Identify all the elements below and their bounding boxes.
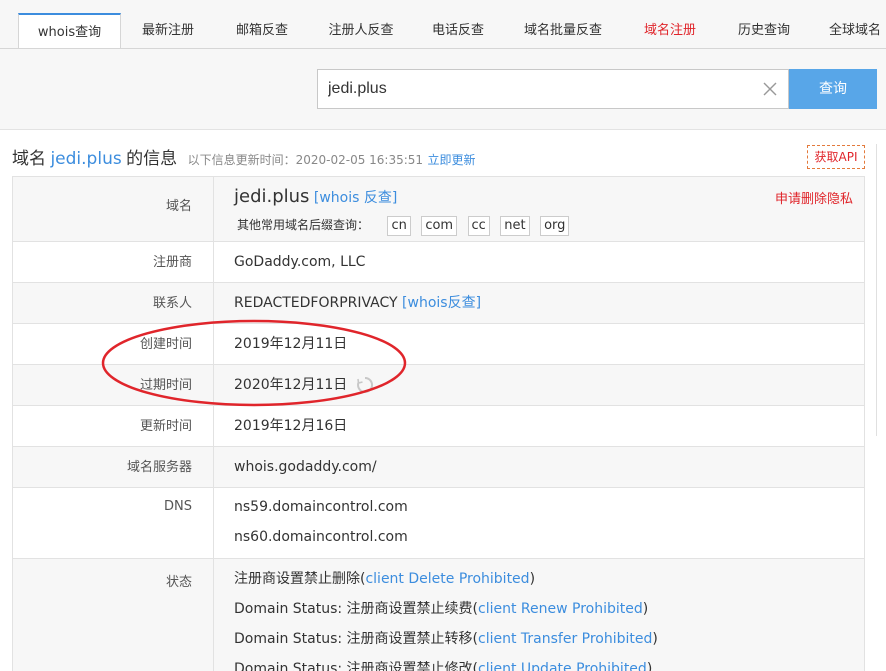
- status-item: 注册商设置禁止删除(client Delete Prohibited): [234, 564, 864, 594]
- update-now-link[interactable]: 立即更新: [428, 153, 476, 167]
- dns-server-1: ns59.domaincontrol.com: [234, 499, 408, 515]
- row-expires: 过期时间 2020年12月11日: [13, 365, 864, 406]
- tab-phone-reverse[interactable]: 电话反查: [413, 13, 503, 49]
- status-item: Domain Status: 注册商设置禁止续费(client Renew Pr…: [234, 594, 864, 624]
- status-item: Domain Status: 注册商设置禁止转移(client Transfer…: [234, 624, 864, 654]
- whois-table: 域名 jedi.plus [whois 反查] 其他常用域名后缀查询： cn c…: [12, 176, 865, 671]
- status-text: Domain Status: 注册商设置禁止修改(: [234, 661, 479, 671]
- row-dns: DNS ns59.domaincontrol.com ns60.domainco…: [13, 488, 864, 559]
- contact-value: REDACTEDFORPRIVACY: [234, 295, 398, 311]
- row-label: 更新时间: [13, 406, 214, 446]
- tab-latest-registered[interactable]: 最新注册: [121, 13, 215, 49]
- row-domain: 域名 jedi.plus [whois 反查] 其他常用域名后缀查询： cn c…: [13, 177, 864, 242]
- row-label: 域名服务器: [13, 447, 214, 487]
- status-text: 注册商设置禁止删除(: [234, 571, 366, 587]
- status-text: Domain Status: 注册商设置禁止续费(: [234, 601, 479, 617]
- status-link[interactable]: client Delete Prohibited: [365, 571, 529, 587]
- row-label: 域名: [13, 177, 214, 241]
- row-label: 状态: [13, 559, 214, 671]
- get-api-button[interactable]: 获取API: [807, 145, 865, 169]
- row-created: 创建时间 2019年12月11日: [13, 324, 864, 365]
- expires-value: 2020年12月11日: [234, 377, 348, 393]
- status-text: ): [529, 571, 536, 587]
- registrar-value: GoDaddy.com, LLC: [234, 254, 366, 270]
- title-domain: jedi.plus: [50, 149, 122, 169]
- update-time: 以下信息更新时间：2020-02-05 16:35:51: [187, 153, 424, 167]
- whois-server-value: whois.godaddy.com/: [234, 459, 377, 475]
- status-link[interactable]: client Transfer Prohibited: [478, 631, 652, 647]
- status-text: Domain Status: 注册商设置禁止转移(: [234, 631, 479, 647]
- tab-registrant-reverse[interactable]: 注册人反查: [309, 13, 413, 49]
- status-text: ): [646, 661, 653, 671]
- search-box: [317, 69, 789, 109]
- right-panel-edge: [876, 144, 886, 436]
- suffix-net-button[interactable]: net: [500, 216, 530, 236]
- row-registrar: 注册商 GoDaddy.com, LLC: [13, 242, 864, 283]
- row-whois-server: 域名服务器 whois.godaddy.com/: [13, 447, 864, 488]
- row-label: 过期时间: [13, 365, 214, 405]
- suffix-query-label: 其他常用域名后缀查询：: [237, 218, 370, 232]
- updated-value: 2019年12月16日: [234, 418, 348, 434]
- tab-email-reverse[interactable]: 邮箱反查: [215, 13, 309, 49]
- info-title: 域名 jedi.plus 的信息 以下信息更新时间：2020-02-05 16:…: [12, 144, 476, 169]
- created-value: 2019年12月11日: [234, 336, 348, 352]
- title-suffix: 的信息: [126, 149, 178, 169]
- row-contact: 联系人 REDACTEDFORPRIVACY [whois反查]: [13, 283, 864, 324]
- remove-privacy-link[interactable]: 申请删除隐私: [775, 188, 853, 207]
- status-item: Domain Status: 注册商设置禁止修改(client Update P…: [234, 654, 864, 671]
- row-updated: 更新时间 2019年12月16日: [13, 406, 864, 447]
- row-value: jedi.plus [whois 反查] 其他常用域名后缀查询： cn com …: [214, 177, 864, 241]
- tab-divider: [0, 48, 886, 49]
- top-bar: whois查询 最新注册 邮箱反查 注册人反查 电话反查 域名批量反查 域名注册…: [0, 0, 886, 130]
- row-label: 注册商: [13, 242, 214, 282]
- search-button[interactable]: 查询: [789, 69, 877, 109]
- suffix-cn-button[interactable]: cn: [387, 216, 411, 236]
- nav-tabs: whois查询 最新注册 邮箱反查 注册人反查 电话反查 域名批量反查 域名注册…: [18, 13, 886, 49]
- whois-reverse-link[interactable]: [whois 反查]: [314, 190, 397, 206]
- tab-history[interactable]: 历史查询: [717, 13, 811, 49]
- row-value: REDACTEDFORPRIVACY [whois反查]: [214, 283, 864, 323]
- row-status: 状态 注册商设置禁止删除(client Delete Prohibited) D…: [13, 559, 864, 671]
- tab-whois[interactable]: whois查询: [18, 13, 121, 49]
- row-value: 2020年12月11日: [214, 365, 864, 405]
- search-input[interactable]: [318, 70, 748, 108]
- tab-batch-reverse[interactable]: 域名批量反查: [503, 13, 623, 49]
- refresh-icon[interactable]: [356, 376, 374, 394]
- status-text: ): [652, 631, 658, 647]
- title-prefix: 域名: [12, 149, 46, 169]
- row-label: 创建时间: [13, 324, 214, 364]
- domain-name: jedi.plus: [234, 186, 310, 207]
- suffix-com-button[interactable]: com: [421, 216, 458, 236]
- status-link[interactable]: client Update Prohibited: [478, 661, 647, 671]
- row-value: ns59.domaincontrol.com ns60.domaincontro…: [214, 488, 864, 558]
- row-label: 联系人: [13, 283, 214, 323]
- row-value: 注册商设置禁止删除(client Delete Prohibited) Doma…: [214, 559, 864, 671]
- suffix-org-button[interactable]: org: [540, 216, 570, 236]
- dns-server-2: ns60.domaincontrol.com: [234, 529, 408, 545]
- suffix-cc-button[interactable]: cc: [467, 216, 490, 236]
- contact-reverse-link[interactable]: [whois反查]: [402, 295, 481, 311]
- tab-global-domain[interactable]: 全球域名: [811, 13, 886, 49]
- row-label: DNS: [13, 488, 214, 558]
- status-text: ): [642, 601, 649, 617]
- status-link[interactable]: client Renew Prohibited: [478, 601, 643, 617]
- clear-icon[interactable]: [760, 79, 780, 99]
- tab-domain-register[interactable]: 域名注册: [623, 13, 717, 49]
